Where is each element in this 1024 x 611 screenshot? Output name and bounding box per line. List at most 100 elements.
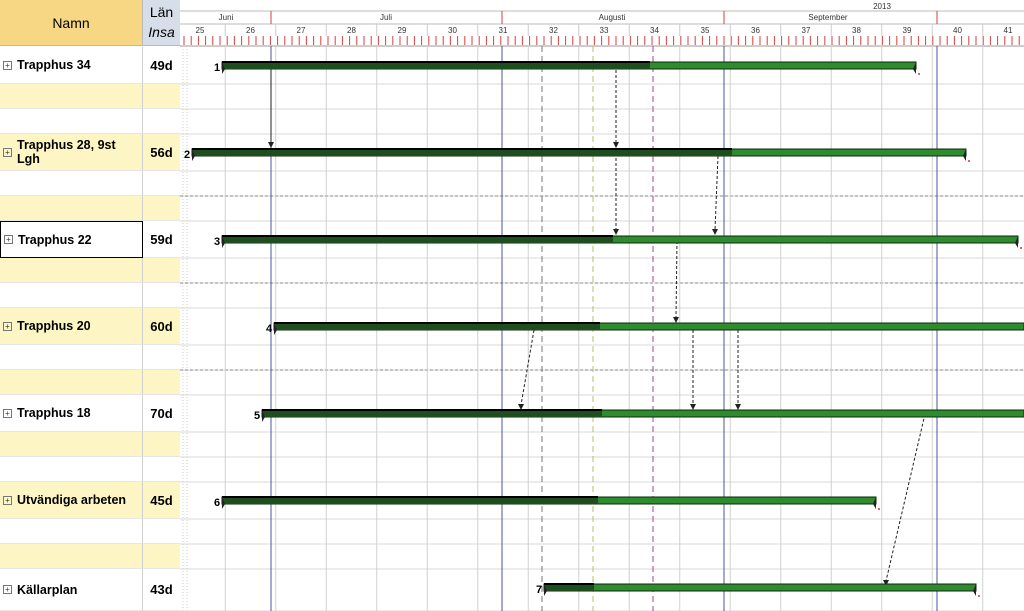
- bar-completed: [544, 584, 594, 591]
- blank-cell: [0, 283, 143, 308]
- blank-cell: [0, 457, 143, 482]
- blank-row: [0, 283, 180, 308]
- blank-row: [0, 345, 180, 370]
- week-label: 30: [448, 26, 457, 35]
- task-number: 6: [214, 497, 220, 509]
- bar-progress-line: [222, 235, 613, 237]
- week-label: 32: [549, 26, 558, 35]
- blank-cell: [0, 544, 143, 569]
- task-row-6[interactable]: + Utvändiga arbeten 45d: [0, 482, 180, 519]
- bar-end-dot: [968, 160, 970, 162]
- task-name: Trapphus 18: [17, 406, 91, 420]
- blank-cell: [143, 283, 180, 308]
- task-duration[interactable]: 49d: [143, 47, 180, 84]
- task-duration[interactable]: 60d: [143, 308, 180, 345]
- week-label: 31: [499, 26, 508, 35]
- expand-icon[interactable]: +: [4, 235, 13, 244]
- task-number: 1: [214, 62, 220, 74]
- week-label: 33: [600, 26, 609, 35]
- bar-completed: [274, 323, 600, 330]
- task-row-5[interactable]: + Trapphus 18 70d: [0, 395, 180, 432]
- bar-completed: [222, 236, 613, 243]
- task-name-cell[interactable]: + Trapphus 18: [0, 395, 143, 432]
- blank-row: [0, 258, 180, 283]
- month-label: Augusti: [599, 13, 626, 22]
- blank-row: [0, 457, 180, 482]
- blank-row: [0, 432, 180, 457]
- blank-cell: [0, 84, 143, 109]
- month-label: Juni: [219, 13, 234, 22]
- bar-end-dot: [1020, 247, 1022, 249]
- bar-completed: [192, 149, 732, 156]
- task-number: 7: [536, 584, 542, 596]
- blank-cell: [0, 432, 143, 457]
- column-header-duration-line1: Län: [149, 4, 174, 20]
- task-duration[interactable]: 56d: [143, 134, 180, 171]
- expand-icon[interactable]: +: [3, 321, 12, 331]
- week-label: 26: [246, 26, 255, 35]
- blank-cell: [0, 109, 143, 134]
- task-name: Källarplan: [17, 582, 78, 597]
- blank-row: [0, 109, 180, 134]
- task-name: Trapphus 20: [17, 319, 91, 333]
- blank-cell: [0, 519, 143, 544]
- blank-row: [0, 370, 180, 395]
- month-label: Juli: [380, 13, 392, 22]
- week-label: 40: [953, 26, 962, 35]
- gantt-chart[interactable]: 2013 Juni Juli Augusti September 25 26 27 2…: [180, 0, 1024, 611]
- blank-cell: [143, 84, 180, 109]
- bar-end-dot: [878, 508, 880, 510]
- task-name: Trapphus 34: [17, 58, 91, 72]
- column-header-name[interactable]: Namn: [0, 0, 143, 46]
- task-name-cell[interactable]: + Trapphus 20: [0, 308, 143, 345]
- week-label: 28: [347, 26, 356, 35]
- expand-icon[interactable]: +: [3, 495, 12, 505]
- task-duration[interactable]: 70d: [143, 395, 180, 432]
- task-name-cell[interactable]: + Källarplan: [0, 569, 143, 611]
- expand-icon[interactable]: +: [3, 147, 12, 157]
- task-row-2[interactable]: + Trapphus 28, 9st Lgh 56d: [0, 134, 180, 171]
- task-name-cell[interactable]: + Trapphus 34: [0, 47, 143, 84]
- blank-cell: [143, 258, 180, 283]
- task-list-pane: Namn Län Insa + Trapphus 34 49d + Trapphus…: [0, 0, 180, 611]
- task-duration[interactable]: 45d: [143, 482, 180, 519]
- task-name-cell[interactable]: + Utvändiga arbeten: [0, 482, 143, 519]
- bar-completed: [222, 62, 650, 69]
- blank-cell: [143, 345, 180, 370]
- blank-cell: [143, 432, 180, 457]
- blank-cell: [143, 457, 180, 482]
- week-label: 36: [751, 26, 760, 35]
- month-label: September: [808, 13, 847, 22]
- week-label: 25: [196, 26, 205, 35]
- task-name: Trapphus 22: [18, 232, 92, 247]
- week-label: 29: [398, 26, 407, 35]
- blank-cell: [143, 519, 180, 544]
- task-duration[interactable]: 59d: [143, 221, 180, 258]
- task-row-1[interactable]: + Trapphus 34 49d: [0, 47, 180, 84]
- bar-remaining: [543, 583, 977, 592]
- task-number: 3: [214, 236, 220, 248]
- blank-cell: [143, 171, 180, 196]
- task-name-cell[interactable]: + Trapphus 28, 9st Lgh: [0, 134, 143, 171]
- bar-progress-line: [222, 496, 598, 498]
- blank-cell: [0, 196, 143, 221]
- blank-row: [0, 544, 180, 569]
- blank-row: [0, 171, 180, 196]
- task-name: Trapphus 28, 9st Lgh: [17, 138, 116, 166]
- column-header-duration[interactable]: Län Insa: [143, 0, 180, 46]
- task-row-7[interactable]: + Källarplan 43d: [0, 569, 180, 611]
- blank-row: [0, 84, 180, 109]
- bar-completed: [222, 497, 598, 504]
- task-row-4[interactable]: + Trapphus 20 60d: [0, 308, 180, 345]
- expand-icon[interactable]: +: [3, 60, 12, 70]
- week-label: 27: [297, 26, 306, 35]
- bar-end-dot: [918, 73, 920, 75]
- expand-icon[interactable]: +: [3, 585, 12, 594]
- blank-cell: [0, 258, 143, 283]
- expand-icon[interactable]: +: [3, 408, 12, 418]
- week-label: 41: [1004, 26, 1013, 35]
- task-row-3[interactable]: + Trapphus 22 59d: [0, 221, 180, 258]
- task-name-cell[interactable]: + Trapphus 22: [0, 221, 143, 258]
- task-duration[interactable]: 43d: [143, 569, 180, 611]
- task-name: Utvändiga arbeten: [17, 493, 127, 507]
